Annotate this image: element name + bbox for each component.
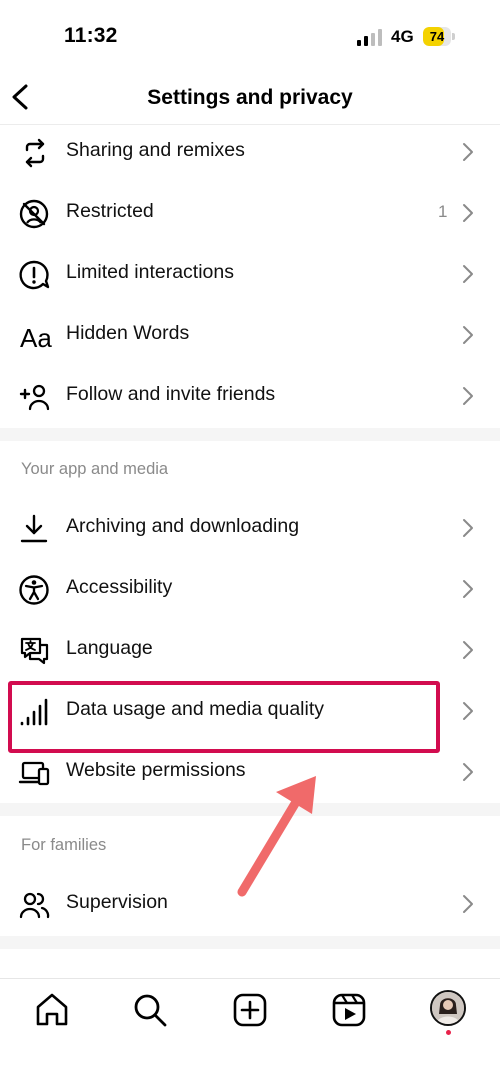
network-type: 4G bbox=[391, 27, 414, 46]
annotation-arrow bbox=[237, 776, 316, 897]
settings-item-hidden-words[interactable]: Aa Hidden Words bbox=[0, 305, 500, 366]
settings-item-sharing-remixes[interactable]: Sharing and remixes bbox=[0, 122, 500, 183]
chevron-right-icon bbox=[463, 143, 473, 161]
devices-icon bbox=[18, 761, 50, 786]
settings-item-label: Follow and invite friends bbox=[66, 383, 276, 405]
settings-item-label: Accessibility bbox=[66, 576, 173, 598]
page-title: Settings and privacy bbox=[147, 86, 353, 109]
search-icon[interactable] bbox=[130, 990, 170, 1030]
restricted-icon bbox=[19, 199, 49, 229]
battery-level: 74 bbox=[429, 29, 445, 44]
status-time: 11:32 bbox=[64, 24, 118, 47]
settings-item-label: Sharing and remixes bbox=[66, 139, 245, 161]
battery-icon: 74 bbox=[423, 27, 455, 46]
settings-item-label: Supervision bbox=[66, 891, 168, 913]
chevron-right-icon bbox=[463, 519, 473, 537]
language-icon bbox=[20, 637, 49, 665]
limited-interactions-icon bbox=[19, 260, 50, 290]
cellular-signal-icon bbox=[357, 29, 382, 46]
hidden-words-icon: Aa bbox=[20, 323, 52, 352]
chevron-right-icon bbox=[463, 641, 473, 659]
settings-item-label: Language bbox=[66, 637, 153, 659]
restricted-count: 1 bbox=[438, 202, 448, 221]
chevron-right-icon bbox=[463, 895, 473, 913]
settings-item-label: Restricted bbox=[66, 200, 154, 222]
avatar-photo bbox=[432, 992, 464, 1024]
section-header-app-media: Your app and media bbox=[21, 460, 169, 478]
section-header-families: For families bbox=[21, 836, 107, 854]
settings-item-follow-invite[interactable]: Follow and invite friends bbox=[0, 366, 500, 427]
settings-item-label: Hidden Words bbox=[66, 322, 190, 344]
chevron-right-icon bbox=[463, 326, 473, 344]
section-divider bbox=[0, 428, 500, 441]
settings-item-label: Limited interactions bbox=[66, 261, 234, 283]
chevron-right-icon bbox=[463, 387, 473, 405]
chevron-right-icon bbox=[463, 580, 473, 598]
tab-bar-divider bbox=[0, 978, 500, 979]
chevron-right-icon bbox=[463, 763, 473, 781]
sharing-remix-icon bbox=[25, 138, 45, 168]
highlight-box bbox=[8, 681, 440, 753]
notification-dot bbox=[446, 1030, 451, 1035]
chevron-right-icon bbox=[463, 702, 473, 720]
settings-item-limited-interactions[interactable]: Limited interactions bbox=[0, 244, 500, 305]
settings-item-language[interactable]: Language bbox=[0, 620, 500, 681]
settings-item-label: Website permissions bbox=[66, 759, 246, 781]
settings-item-label: Archiving and downloading bbox=[66, 515, 300, 537]
accessibility-icon bbox=[19, 575, 49, 605]
svg-text:Aa: Aa bbox=[20, 323, 52, 352]
profile-avatar[interactable] bbox=[430, 990, 466, 1026]
create-icon[interactable] bbox=[230, 990, 270, 1030]
add-person-icon bbox=[19, 384, 50, 411]
settings-item-accessibility[interactable]: Accessibility bbox=[0, 559, 500, 620]
settings-item-restricted[interactable]: Restricted 1 bbox=[0, 183, 500, 244]
home-icon[interactable] bbox=[32, 990, 72, 1030]
chevron-right-icon bbox=[463, 204, 473, 222]
section-divider bbox=[0, 936, 500, 949]
settings-item-archiving[interactable]: Archiving and downloading bbox=[0, 498, 500, 559]
reels-icon[interactable] bbox=[329, 990, 369, 1030]
supervision-icon bbox=[19, 892, 50, 919]
download-icon bbox=[20, 514, 48, 543]
chevron-right-icon bbox=[463, 265, 473, 283]
